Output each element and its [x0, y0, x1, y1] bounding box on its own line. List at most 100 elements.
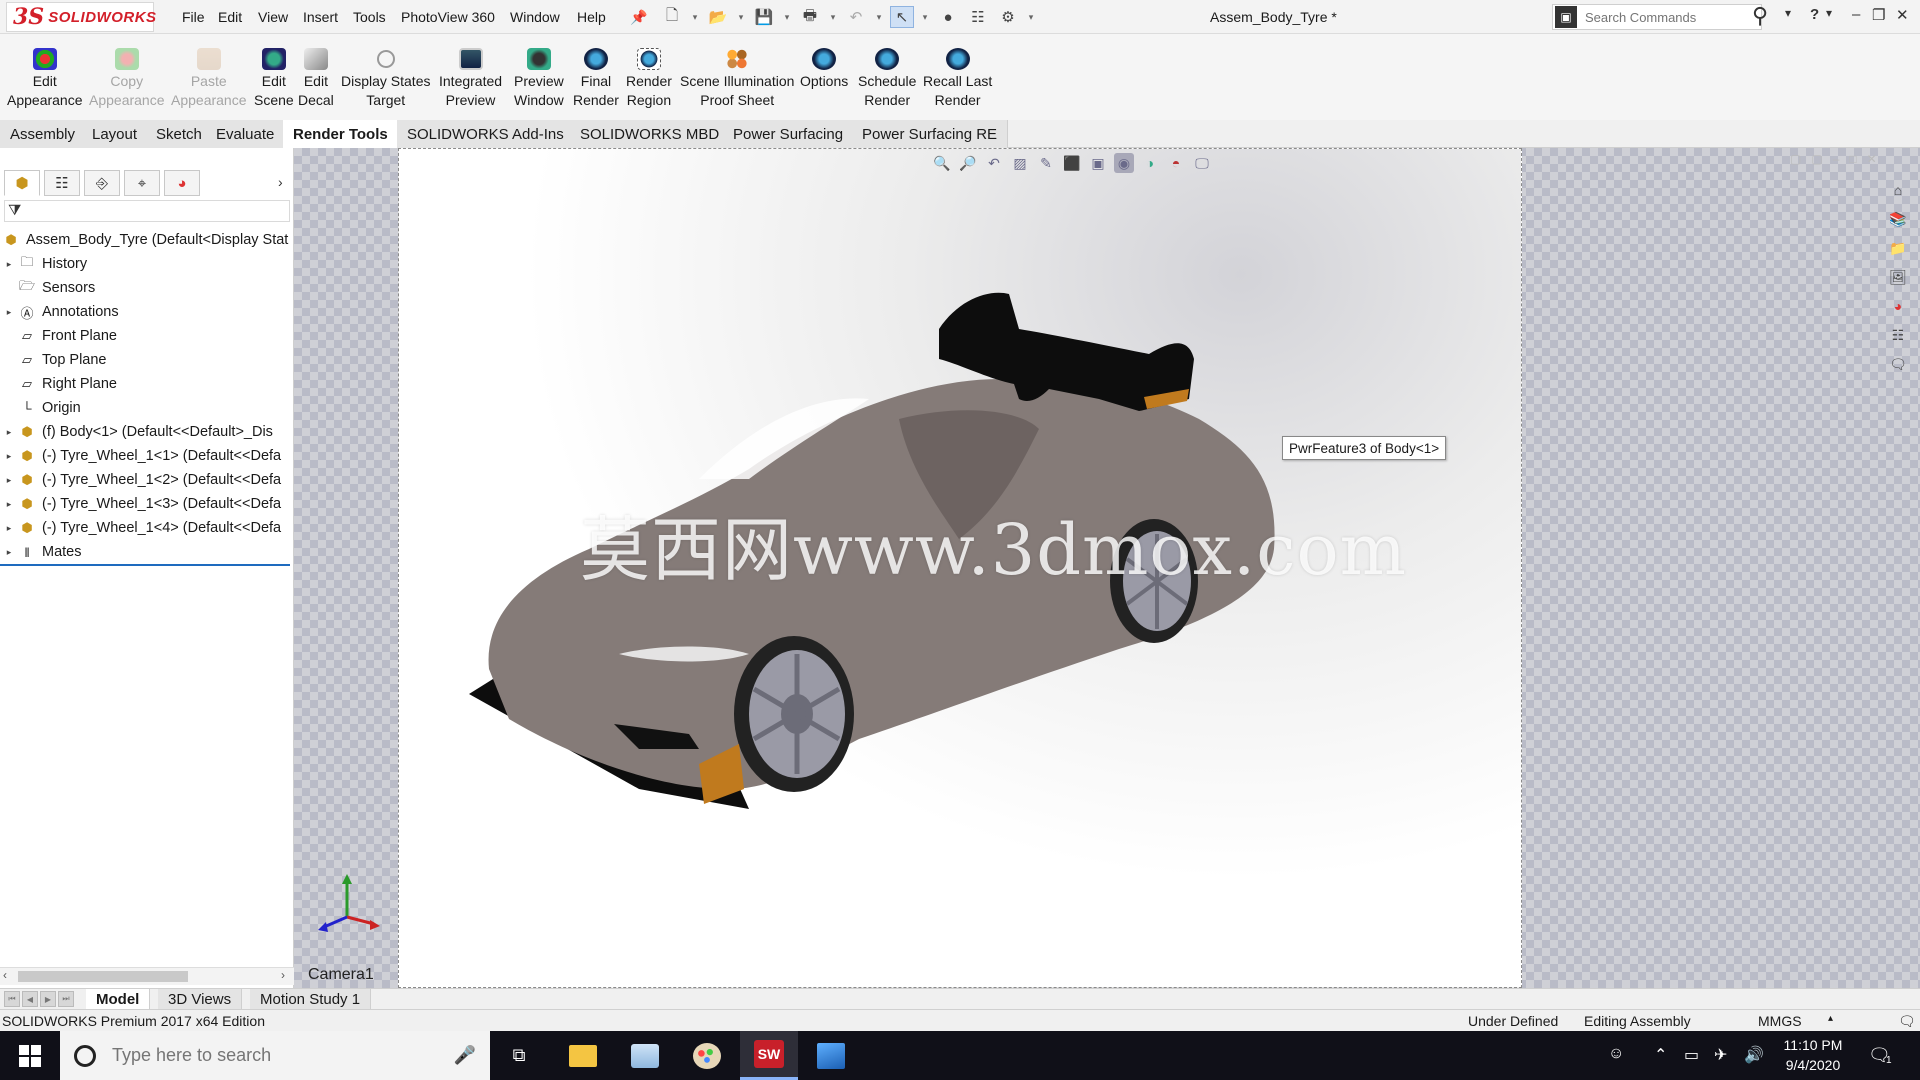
new-document-icon[interactable]: 🗋	[660, 6, 684, 28]
chevron-left-icon[interactable]: ‹	[3, 968, 7, 982]
options-button[interactable]: Options	[800, 48, 848, 91]
expand-arrow-icon[interactable]: ▸	[0, 307, 18, 318]
gear-icon[interactable]: ⚙	[996, 6, 1020, 28]
taskbar-search-box[interactable]: 🎤	[60, 1031, 490, 1080]
schedule-render-button[interactable]: Schedule Render	[858, 48, 916, 110]
configurationmanager-tab-icon[interactable]: ⎆	[84, 170, 120, 196]
display-states-target-button[interactable]: Display States Target	[341, 48, 430, 110]
chevron-down-icon[interactable]: ▾	[1026, 6, 1036, 28]
forum-icon[interactable]: 🗨	[1886, 352, 1910, 376]
chevron-up-icon[interactable]: ⌃	[1654, 1045, 1667, 1065]
menu-file[interactable]: File	[182, 9, 205, 25]
task-view-button[interactable]: ⧉	[490, 1031, 548, 1080]
hide-show-items-icon[interactable]: ◉	[1114, 153, 1134, 173]
preview-window-button[interactable]: Preview Window	[514, 48, 564, 110]
section-view-icon[interactable]: ▨	[1010, 153, 1030, 173]
system-clock[interactable]: 11:10 PM 9/4/2020	[1768, 1035, 1858, 1075]
chevron-right-icon[interactable]: ›	[281, 968, 285, 982]
graphics-area[interactable]: 🔍 🔎 ↶ ▨ ✎ ⬛ ▣ ◉ ◑ ◓ 🖵 PwrFeature3 of Bod…	[294, 148, 1920, 992]
display-style-icon[interactable]: ▣	[1088, 153, 1108, 173]
menu-view[interactable]: View	[258, 9, 288, 25]
featuremanager-tab-icon[interactable]: ⬢	[4, 170, 40, 196]
tree-node-origin[interactable]: └ Origin	[0, 396, 294, 420]
search-icon[interactable]: ⚲	[1752, 3, 1768, 29]
menu-help[interactable]: Help	[577, 9, 606, 25]
restore-icon[interactable]: □	[1849, 152, 1856, 166]
taskbar-search-input[interactable]	[112, 1045, 442, 1066]
tab-assembly[interactable]: Assembly	[0, 120, 87, 148]
menu-insert[interactable]: Insert	[303, 9, 338, 25]
chevron-down-icon[interactable]: ▾	[874, 6, 884, 28]
expand-arrow-icon[interactable]: ▸	[0, 523, 18, 534]
tab-solidworks-addins[interactable]: SOLIDWORKS Add-Ins	[397, 120, 575, 148]
open-icon[interactable]: 📂	[706, 6, 730, 28]
file-properties-icon[interactable]: ☷	[966, 6, 990, 28]
expand-arrow-icon[interactable]: ▸	[0, 427, 18, 438]
design-library-icon[interactable]: 📚	[1886, 207, 1910, 231]
filter-icon[interactable]: ⧩	[8, 202, 21, 219]
close-icon[interactable]: ✕	[1896, 6, 1909, 24]
tab-render-tools[interactable]: Render Tools	[283, 120, 399, 148]
traffic-light-icon[interactable]: ●	[936, 6, 960, 28]
dimxpert-tab-icon[interactable]: ⌖	[124, 170, 160, 196]
dynamic-annotation-icon[interactable]: ✎	[1036, 153, 1056, 173]
file-explorer-icon[interactable]: 📁	[1886, 236, 1910, 260]
tab-power-surfacing-re[interactable]: Power Surfacing RE	[852, 120, 1009, 148]
expand-arrow-icon[interactable]: ▸	[0, 475, 18, 486]
expand-arrow-icon[interactable]: ▸	[0, 259, 18, 270]
render-region-button[interactable]: Render Region	[626, 48, 672, 110]
tree-node-tyre-wheel-3[interactable]: ▸ ⬢ (-) Tyre_Wheel_1<3> (Default<<Defa	[0, 492, 294, 516]
file-explorer-button[interactable]	[554, 1031, 612, 1080]
tree-node-tyre-wheel-2[interactable]: ▸ ⬢ (-) Tyre_Wheel_1<2> (Default<<Defa	[0, 468, 294, 492]
menu-edit[interactable]: Edit	[218, 9, 242, 25]
expand-arrow-icon[interactable]: ▸	[0, 547, 18, 558]
previous-view-icon[interactable]: ↶	[984, 153, 1004, 173]
final-render-button[interactable]: Final Render	[573, 48, 619, 110]
view-settings-icon[interactable]: 🖵	[1192, 153, 1212, 173]
expand-arrow-icon[interactable]: ▸	[0, 499, 18, 510]
paste-appearance-button[interactable]: Paste Appearance	[171, 48, 247, 110]
tile-icon[interactable]: ▢	[1811, 152, 1822, 166]
menu-photoview[interactable]: PhotoView 360	[401, 9, 495, 25]
chevron-down-icon[interactable]: ▾	[690, 6, 700, 28]
close-icon[interactable]: ✕	[1867, 152, 1877, 166]
view-orientation-icon[interactable]: ⬛	[1062, 153, 1082, 173]
front-wheel[interactable]	[734, 636, 854, 792]
scene-illumination-proof-sheet-button[interactable]: Scene Illumination Proof Sheet	[680, 48, 794, 110]
restore-icon[interactable]: ❐	[1872, 6, 1885, 24]
microphone-icon[interactable]: 🎤	[454, 1045, 476, 1066]
home-icon[interactable]: ⌂	[1886, 178, 1910, 202]
tree-node-annotations[interactable]: ▸ Ⓐ Annotations	[0, 300, 294, 324]
tree-root[interactable]: ⬢ Assem_Body_Tyre (Default<Display Stat	[0, 228, 294, 252]
tree-node-right-plane[interactable]: ▱ Right Plane	[0, 372, 294, 396]
last-tab-icon[interactable]: ⏭	[58, 991, 74, 1007]
tree-node-top-plane[interactable]: ▱ Top Plane	[0, 348, 294, 372]
tab-layout[interactable]: Layout	[82, 120, 149, 148]
custom-properties-icon[interactable]: ☷	[1886, 323, 1910, 347]
tab-power-surfacing[interactable]: Power Surfacing	[723, 120, 855, 148]
photos-viewer-button[interactable]	[616, 1031, 674, 1080]
scroll-thumb[interactable]	[18, 971, 188, 982]
undo-icon[interactable]: ↶	[844, 6, 868, 28]
chevron-down-icon[interactable]: ▾	[920, 6, 930, 28]
search-scope-icon[interactable]: ▣	[1555, 6, 1577, 28]
select-pointer-icon[interactable]: ↖	[890, 6, 914, 28]
tab-motion-study-1[interactable]: Motion Study 1	[250, 989, 372, 1010]
chevron-up-icon[interactable]: ▴	[1828, 1013, 1833, 1024]
tree-node-history[interactable]: ▸ 🗀 History	[0, 252, 294, 276]
edit-appearance-icon[interactable]: ◑	[1140, 153, 1160, 173]
apply-scene-icon[interactable]: ◓	[1166, 153, 1186, 173]
chevron-down-icon[interactable]: ▾	[1785, 6, 1791, 20]
photos-button[interactable]	[802, 1031, 860, 1080]
menu-window[interactable]: Window	[510, 9, 560, 25]
edit-appearance-button[interactable]: Edit Appearance	[7, 48, 83, 110]
recall-last-render-button[interactable]: Recall Last Render	[923, 48, 992, 110]
people-icon[interactable]: ☺	[1608, 1045, 1624, 1063]
pin-icon[interactable]: 📌	[630, 9, 647, 26]
quick-tips-icon[interactable]: 🗨	[1898, 1013, 1916, 1030]
chevron-down-icon[interactable]: ▾	[1826, 6, 1832, 20]
tab-model[interactable]: Model	[86, 989, 151, 1010]
copy-appearance-button[interactable]: Copy Appearance	[89, 48, 165, 110]
horizontal-scrollbar[interactable]: ‹ ›	[0, 967, 294, 985]
tile-icon[interactable]: ▢	[1790, 152, 1801, 166]
